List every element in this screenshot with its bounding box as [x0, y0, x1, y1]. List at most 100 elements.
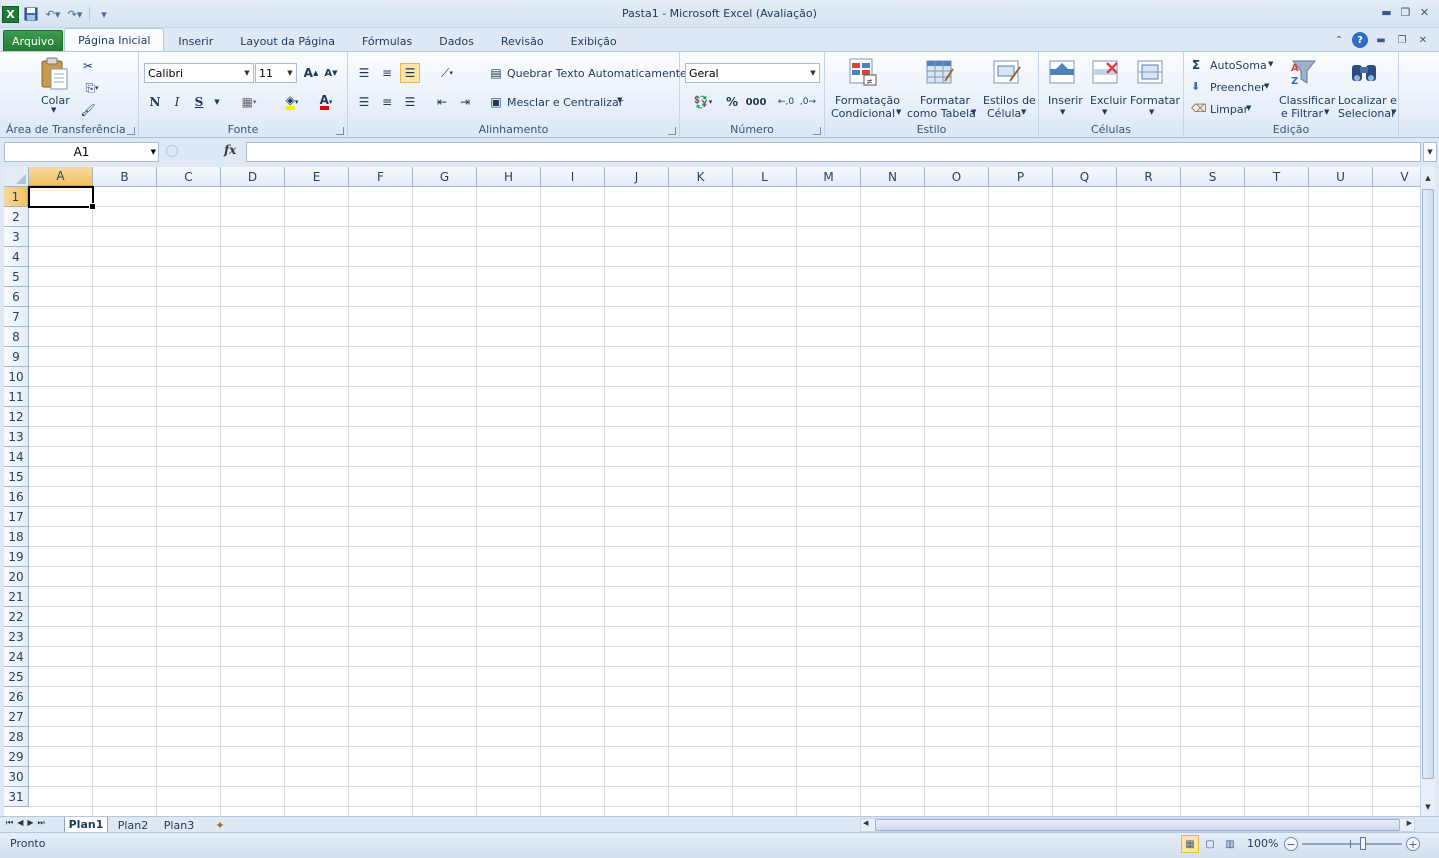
font-name-dropdown-icon[interactable]: ▼	[241, 64, 253, 82]
zoom-in-icon[interactable]: +	[1406, 837, 1420, 851]
vertical-scroll-thumb[interactable]	[1422, 189, 1434, 779]
scroll-right-icon[interactable]: ▶	[1407, 819, 1412, 827]
row-header-2[interactable]: 2	[4, 207, 29, 227]
column-header-k[interactable]: K	[669, 167, 733, 187]
column-header-o[interactable]: O	[925, 167, 989, 187]
orientation-icon[interactable]: ⟋ ▾	[432, 63, 462, 83]
format-as-table-icon[interactable]	[924, 56, 956, 88]
column-header-i[interactable]: I	[541, 167, 605, 187]
format-as-table-label2[interactable]: como Tabela	[907, 107, 976, 120]
insert-cells-icon[interactable]	[1047, 56, 1079, 88]
align-right-icon[interactable]: ☰	[400, 92, 420, 112]
zoom-level[interactable]: 100%	[1247, 837, 1278, 850]
find-select-label1[interactable]: Localizar e	[1338, 94, 1397, 107]
zoom-slider[interactable]	[1302, 837, 1402, 851]
format-cells-dropdown-icon[interactable]: ▼	[1149, 108, 1154, 116]
row-header-31[interactable]: 31	[4, 787, 29, 807]
copy-icon[interactable]: ⎘ ▾	[78, 78, 106, 98]
horizontal-scroll-thumb[interactable]	[875, 819, 1400, 831]
cell-styles-dropdown-icon[interactable]: ▼	[1021, 108, 1026, 116]
align-left-icon[interactable]: ☰	[354, 92, 374, 112]
column-header-p[interactable]: P	[989, 167, 1053, 187]
tab-pagina-inicial[interactable]: Página Inicial	[64, 28, 165, 52]
row-header-21[interactable]: 21	[4, 587, 29, 607]
tab-layout-da-pagina[interactable]: Layout da Página	[227, 30, 348, 52]
font-launcher-icon[interactable]	[336, 127, 344, 135]
row-header-27[interactable]: 27	[4, 707, 29, 727]
align-middle-icon[interactable]: ≡	[377, 63, 397, 83]
restore-icon[interactable]: ❐	[1397, 5, 1414, 20]
close-icon[interactable]: ✕	[1416, 5, 1433, 20]
tab-revisao[interactable]: Revisão	[488, 30, 557, 52]
sort-filter-icon[interactable]: AZ	[1288, 56, 1320, 88]
formula-input[interactable]	[246, 142, 1421, 162]
delete-cells-button[interactable]: Excluir	[1090, 94, 1127, 107]
clear-icon[interactable]: ⌫	[1191, 102, 1207, 115]
column-header-v[interactable]: V	[1373, 167, 1420, 187]
column-header-j[interactable]: J	[605, 167, 669, 187]
column-header-n[interactable]: N	[861, 167, 925, 187]
insert-function-icon[interactable]: fx	[224, 143, 236, 157]
column-header-l[interactable]: L	[733, 167, 797, 187]
row-header-16[interactable]: 16	[4, 487, 29, 507]
merge-dropdown-icon[interactable]: ▼	[617, 96, 622, 104]
tab-formulas[interactable]: Fórmulas	[349, 30, 425, 52]
row-header-11[interactable]: 11	[4, 387, 29, 407]
zoom-out-icon[interactable]: −	[1284, 837, 1298, 851]
conditional-formatting-dropdown-icon[interactable]: ▼	[896, 108, 901, 116]
sort-filter-label2[interactable]: e Filtrar	[1281, 107, 1323, 120]
autosum-dropdown-icon[interactable]: ▼	[1268, 60, 1273, 68]
decrease-decimal-icon[interactable]: ,0→	[798, 92, 818, 112]
page-break-view-icon[interactable]: ▥	[1221, 835, 1239, 853]
merge-center-button[interactable]: Mesclar e Centralizar	[507, 96, 623, 109]
fill-dropdown-icon[interactable]: ▼	[1264, 82, 1269, 90]
shrink-font-icon[interactable]: A ▼	[321, 63, 341, 83]
merge-center-icon[interactable]: ▣	[486, 92, 506, 112]
find-select-dropdown-icon[interactable]: ▼	[1391, 108, 1396, 116]
minimize-icon[interactable]: ▬	[1378, 5, 1395, 20]
underline-dropdown-icon[interactable]: ▼	[207, 92, 227, 112]
column-header-g[interactable]: G	[413, 167, 477, 187]
doc-close-icon[interactable]: ✕	[1415, 32, 1431, 48]
row-header-6[interactable]: 6	[4, 287, 29, 307]
grow-font-icon[interactable]: A ▲	[301, 63, 321, 83]
format-cells-button[interactable]: Formatar	[1130, 94, 1180, 107]
font-size-dropdown-icon[interactable]: ▼	[284, 64, 296, 82]
font-name-combo[interactable]: Calibri ▼	[144, 63, 254, 83]
row-header-7[interactable]: 7	[4, 307, 29, 327]
row-header-17[interactable]: 17	[4, 507, 29, 527]
column-header-u[interactable]: U	[1309, 167, 1373, 187]
column-header-h[interactable]: H	[477, 167, 541, 187]
increase-indent-icon[interactable]: ⇥	[455, 92, 475, 112]
number-launcher-icon[interactable]	[813, 127, 821, 135]
column-header-b[interactable]: B	[93, 167, 157, 187]
find-select-label2[interactable]: Selecionar	[1338, 107, 1396, 120]
row-header-29[interactable]: 29	[4, 747, 29, 767]
row-header-4[interactable]: 4	[4, 247, 29, 267]
tab-inserir[interactable]: Inserir	[165, 30, 226, 52]
underline-button[interactable]: S	[189, 92, 209, 112]
cut-icon[interactable]: ✂	[78, 56, 98, 76]
clear-dropdown-icon[interactable]: ▼	[1246, 104, 1251, 112]
wrap-text-icon[interactable]: ▤	[486, 63, 506, 83]
row-header-12[interactable]: 12	[4, 407, 29, 427]
column-header-c[interactable]: C	[157, 167, 221, 187]
column-header-t[interactable]: T	[1245, 167, 1309, 187]
row-header-30[interactable]: 30	[4, 767, 29, 787]
select-all-button[interactable]	[4, 167, 29, 187]
next-sheet-icon[interactable]: ▶	[27, 818, 33, 828]
sort-filter-dropdown-icon[interactable]: ▼	[1324, 108, 1329, 116]
row-header-10[interactable]: 10	[4, 367, 29, 387]
thousands-button[interactable]: 000	[744, 92, 768, 112]
row-header-5[interactable]: 5	[4, 267, 29, 287]
tab-dados[interactable]: Dados	[426, 30, 487, 52]
fill-button[interactable]: Preencher	[1210, 81, 1266, 94]
normal-view-icon[interactable]: ▦	[1181, 835, 1199, 853]
number-format-dropdown-icon[interactable]: ▼	[807, 64, 819, 82]
row-header-9[interactable]: 9	[4, 347, 29, 367]
horizontal-scrollbar[interactable]: ◀ ▶	[860, 818, 1415, 832]
conditional-formatting-label1[interactable]: Formatação	[835, 94, 900, 107]
format-painter-icon[interactable]: 🖌	[78, 100, 98, 120]
format-cells-icon[interactable]	[1135, 56, 1167, 88]
column-header-f[interactable]: F	[349, 167, 413, 187]
